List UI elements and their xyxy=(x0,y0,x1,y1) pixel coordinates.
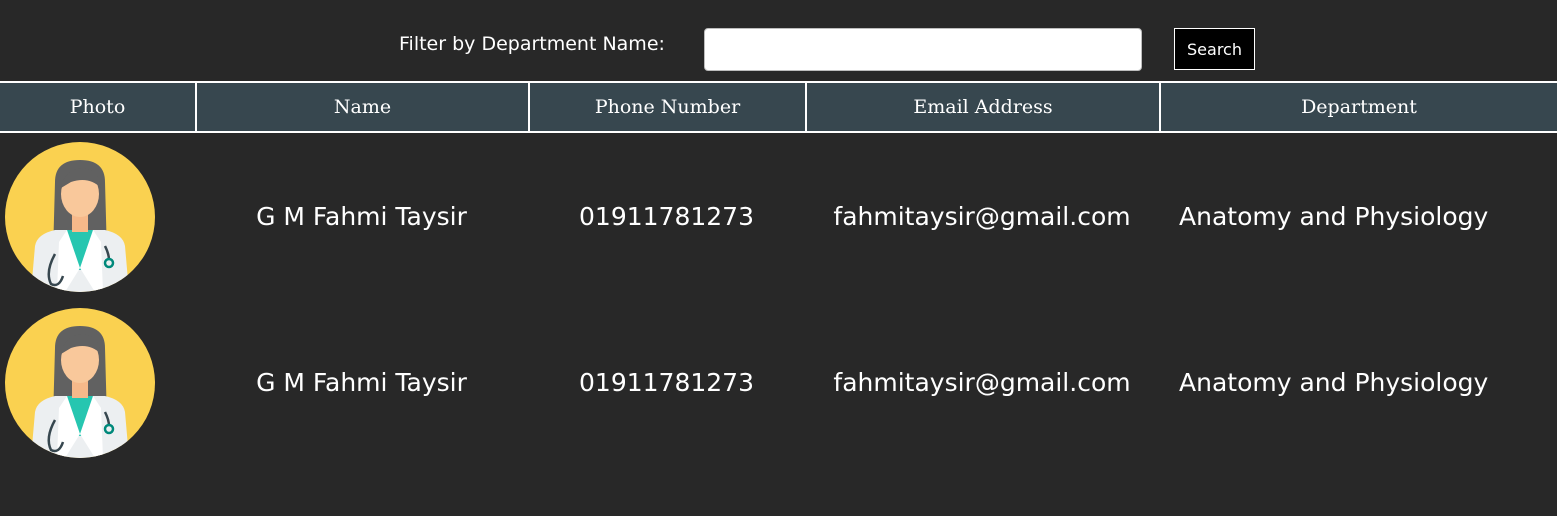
column-header-department: Department xyxy=(1159,83,1557,131)
filter-bar: Filter by Department Name: Search xyxy=(0,0,1557,82)
photo-cell xyxy=(0,133,195,299)
department-filter-input[interactable] xyxy=(704,28,1142,71)
doctor-avatar-icon xyxy=(5,142,155,292)
column-header-phone: Phone Number xyxy=(528,83,805,131)
table-header: Photo Name Phone Number Email Address De… xyxy=(0,81,1557,133)
doctor-email: fahmitaysir@gmail.com xyxy=(833,367,1131,397)
column-header-name: Name xyxy=(195,83,528,131)
doctor-name: G M Fahmi Taysir xyxy=(256,367,467,397)
doctor-department: Anatomy and Physiology xyxy=(1179,201,1489,231)
doctor-phone: 01911781273 xyxy=(579,201,754,231)
doctor-avatar-icon xyxy=(5,308,155,458)
table-row: G M Fahmi Taysir 01911781273 fahmitaysir… xyxy=(0,133,1557,299)
table-row: G M Fahmi Taysir 01911781273 fahmitaysir… xyxy=(0,299,1557,465)
doctor-table-body: G M Fahmi Taysir 01911781273 fahmitaysir… xyxy=(0,133,1557,465)
doctor-email: fahmitaysir@gmail.com xyxy=(833,201,1131,231)
photo-cell xyxy=(0,299,195,465)
search-button[interactable]: Search xyxy=(1174,28,1255,70)
filter-label: Filter by Department Name: xyxy=(399,33,665,55)
doctor-name: G M Fahmi Taysir xyxy=(256,201,467,231)
column-header-email: Email Address xyxy=(805,83,1159,131)
doctor-department: Anatomy and Physiology xyxy=(1179,367,1489,397)
column-header-photo: Photo xyxy=(69,96,126,118)
doctor-phone: 01911781273 xyxy=(579,367,754,397)
